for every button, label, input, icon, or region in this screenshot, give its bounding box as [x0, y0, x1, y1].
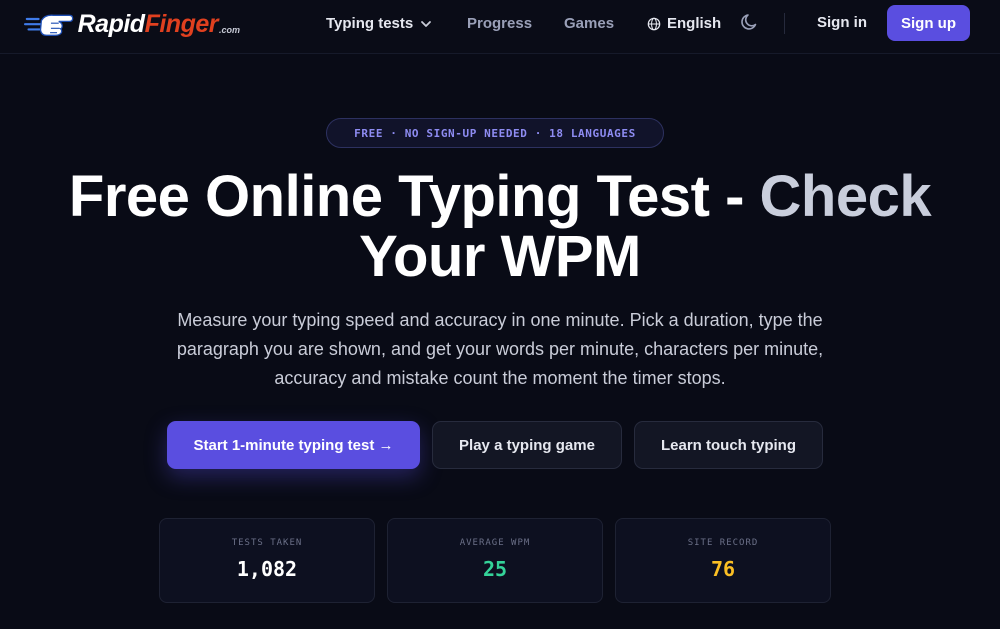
feature-badge: FREE · NO SIGN-UP NEEDED · 18 LANGUAGES [326, 118, 664, 148]
stat-label: TESTS TAKEN [231, 538, 303, 548]
globe-icon [647, 17, 661, 31]
learn-touch-typing-button[interactable]: Learn touch typing [634, 421, 823, 469]
header-divider [784, 13, 785, 34]
page-title: Free Online Typing Test - Check Your WPM [20, 167, 980, 287]
stat-value: 76 [710, 557, 736, 581]
start-test-button[interactable]: Start 1-minute typing test → [167, 421, 420, 469]
nav-games[interactable]: Games [564, 14, 614, 34]
chevron-down-icon [421, 21, 432, 27]
stat-card-average-wpm: AVERAGE WPM 25 [387, 518, 603, 603]
logo-wordmark: RapidFinger [77, 9, 219, 38]
nav-typing-tests[interactable]: Typing tests [326, 14, 432, 34]
signup-button[interactable]: Sign up [887, 5, 970, 41]
title-line-2: Your WPM [359, 224, 641, 289]
play-game-button[interactable]: Play a typing game [432, 421, 622, 469]
hero-description: Measure your typing speed and accuracy i… [176, 310, 824, 388]
language-label: English [667, 15, 722, 32]
signin-link[interactable]: Sign in [817, 14, 867, 31]
nav-progress[interactable]: Progress [467, 14, 532, 34]
nav-typing-tests-label: Typing tests [326, 15, 414, 32]
site-header: RapidFinger .com Typing tests Progress G… [0, 0, 1000, 54]
title-accent: Check [759, 164, 932, 229]
stat-card-site-record: SITE RECORD 76 [615, 518, 831, 603]
stat-value: 1,082 [236, 557, 298, 581]
stat-label: AVERAGE WPM [459, 538, 531, 548]
title-main: Free Online Typing Test - [68, 164, 760, 229]
logo-domain-suffix: .com [218, 25, 240, 35]
stat-card-tests-taken: TESTS TAKEN 1,082 [159, 518, 375, 603]
moon-icon[interactable] [740, 12, 760, 32]
stat-value: 25 [482, 557, 508, 581]
language-selector[interactable]: English [647, 14, 721, 34]
stat-label: SITE RECORD [687, 538, 759, 548]
pointing-hand-icon [24, 14, 74, 36]
site-logo[interactable]: RapidFinger .com [24, 6, 240, 42]
